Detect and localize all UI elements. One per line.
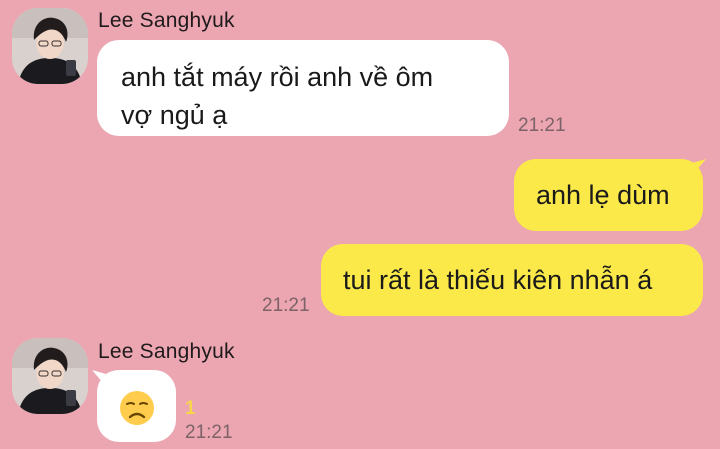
message-text: anh lẹ dùm	[536, 180, 670, 210]
avatar[interactable]	[12, 8, 88, 84]
unread-count-badge: 1	[185, 398, 196, 419]
message-timestamp: 21:21	[262, 295, 310, 316]
profile-photo	[12, 338, 88, 414]
message-text: tui rất là thiếu kiên nhẫn á	[343, 265, 653, 295]
incoming-message-bubble[interactable]	[97, 370, 176, 442]
profile-photo	[12, 8, 88, 84]
outgoing-message-bubble[interactable]: anh lẹ dùm	[514, 159, 703, 231]
message-timestamp: 21:21	[185, 422, 233, 443]
sender-name: Lee Sanghyuk	[98, 340, 235, 363]
outgoing-message-bubble[interactable]: tui rất là thiếu kiên nhẫn á	[321, 244, 703, 316]
message-timestamp: 21:21	[518, 115, 566, 136]
avatar[interactable]	[12, 338, 88, 414]
message-text: vợ ngủ ạ	[121, 100, 228, 130]
incoming-message-bubble[interactable]: anh tắt máy rồi anh về ôm vợ ngủ ạ	[97, 40, 509, 136]
chat-message-list[interactable]: Lee Sanghyuk anh tắt máy rồi anh về ôm v…	[0, 0, 720, 449]
message-text: anh tắt máy rồi anh về ôm	[121, 62, 434, 92]
sender-name: Lee Sanghyuk	[98, 9, 235, 32]
disappointed-face-emoji	[120, 391, 154, 425]
